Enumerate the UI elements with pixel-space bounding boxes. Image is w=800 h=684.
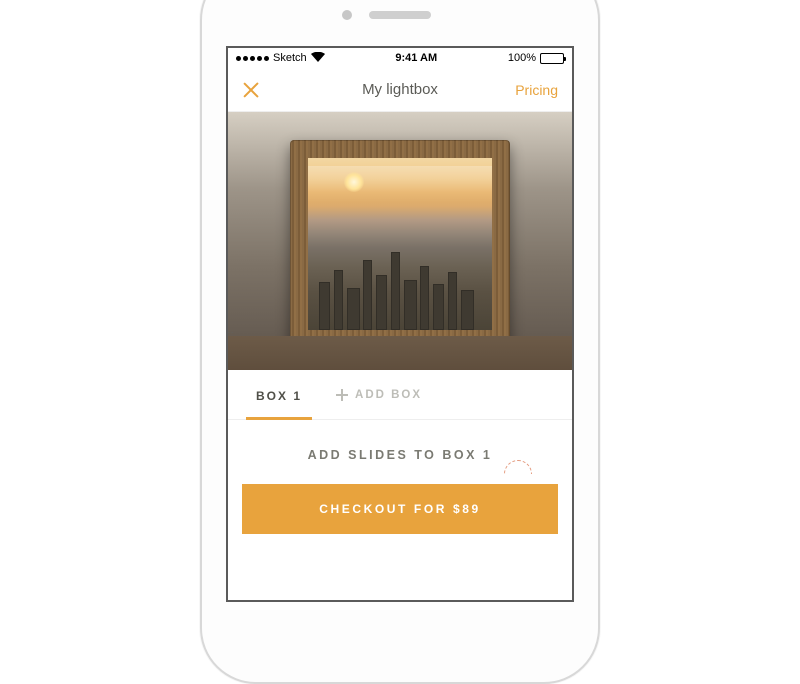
status-time: 9:41 AM — [395, 52, 437, 64]
app-screen: Sketch 9:41 AM 100% My lightbox Pricing — [226, 46, 574, 602]
add-box-button[interactable]: ADD BOX — [336, 389, 422, 401]
signal-dots — [236, 56, 269, 61]
add-box-label: ADD BOX — [355, 389, 422, 401]
content-area: ADD SLIDES TO BOX 1 CHECKOUT FOR $89 — [228, 420, 572, 534]
tab-box-1[interactable]: BOX 1 — [250, 371, 308, 419]
status-bar: Sketch 9:41 AM 100% — [228, 48, 572, 68]
phone-camera — [342, 10, 352, 20]
wifi-icon — [311, 52, 325, 65]
plus-icon — [336, 389, 348, 401]
carrier-label: Sketch — [273, 52, 307, 64]
phone-device-frame: Sketch 9:41 AM 100% My lightbox Pricing — [200, 0, 600, 684]
checkout-button[interactable]: CHECKOUT FOR $89 — [242, 484, 558, 534]
pricing-link[interactable]: Pricing — [515, 82, 558, 98]
add-slides-prompt[interactable]: ADD SLIDES TO BOX 1 — [228, 420, 572, 484]
close-icon[interactable] — [242, 81, 260, 99]
slide-image — [308, 158, 492, 330]
background-table — [228, 336, 572, 370]
lightbox-product[interactable] — [290, 140, 510, 348]
phone-speaker — [369, 11, 431, 19]
battery-pct: 100% — [508, 52, 536, 64]
nav-bar: My lightbox Pricing — [228, 68, 572, 112]
product-preview — [228, 112, 572, 370]
box-tabs: BOX 1 ADD BOX — [228, 370, 572, 420]
slide-window — [308, 158, 492, 330]
battery-icon — [540, 53, 564, 64]
